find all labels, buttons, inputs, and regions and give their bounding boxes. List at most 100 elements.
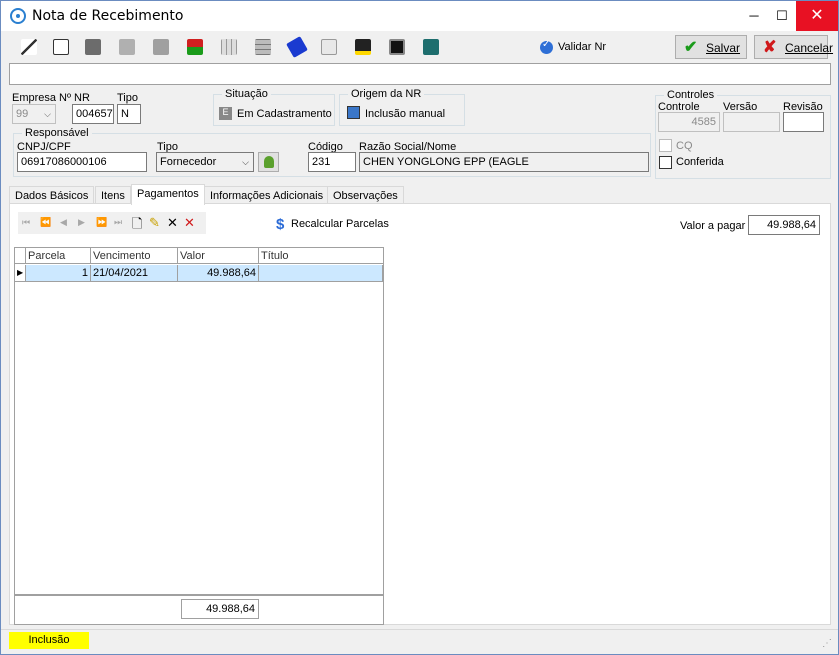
cancel-label: Cancelar xyxy=(785,41,834,55)
export-icon[interactable] xyxy=(423,39,439,55)
person-lookup-button[interactable] xyxy=(258,152,279,172)
pencil-icon xyxy=(347,106,360,119)
copy-icon[interactable] xyxy=(119,39,135,55)
image-icon[interactable] xyxy=(389,39,405,55)
status-mode-badge: Inclusão xyxy=(9,632,89,649)
save-button[interactable]: ✔ Salvar xyxy=(675,35,747,59)
document-tools-icon[interactable] xyxy=(153,39,169,55)
main-window: Nota de Recebimento ─ ☐ ✕ Validar Nr ✔ S… xyxy=(0,0,839,655)
pagamentos-panel: ⏮ ⏪ ◀ ▶ ⏩ ⏭ 🗋 ✎ ✕ ✕ $ Recalcular Parcela… xyxy=(9,203,831,625)
grid-icon[interactable] xyxy=(221,39,237,55)
cell-valor[interactable]: 49.988,64 xyxy=(178,265,259,282)
responsavel-title: Responsável xyxy=(22,127,92,139)
delete-record-icon[interactable]: ✕ xyxy=(167,215,178,231)
maximize-button[interactable]: ☐ xyxy=(767,1,797,31)
wand-icon[interactable] xyxy=(21,39,37,55)
validar-icon[interactable] xyxy=(540,39,553,54)
nr-label: Nº NR xyxy=(59,92,90,104)
filter-icon[interactable] xyxy=(355,39,371,55)
tab-informacoes-adicionais[interactable]: Informações Adicionais xyxy=(204,186,330,204)
column-header-parcela[interactable]: Parcela xyxy=(26,248,91,264)
tab-pagamentos[interactable]: Pagamentos xyxy=(131,184,205,205)
cq-checkbox[interactable] xyxy=(659,139,672,152)
status-bar: Inclusão ⋰ xyxy=(1,629,838,654)
situacao-value: Em Cadastramento xyxy=(237,108,332,120)
message-bar xyxy=(9,63,831,85)
new-record-icon[interactable]: 🗋 xyxy=(132,215,142,237)
parcelas-grid[interactable]: Parcela Vencimento Valor Título ▶ 1 21/0… xyxy=(14,247,384,595)
grid-alt-icon[interactable] xyxy=(255,39,271,55)
tab-dados-basicos[interactable]: Dados Básicos xyxy=(9,186,95,204)
empresa-select[interactable]: 99 ⌵ xyxy=(12,104,56,124)
conferida-checkbox[interactable] xyxy=(659,156,672,169)
situacao-title: Situação xyxy=(222,88,271,100)
tipo-label: Tipo xyxy=(117,92,138,104)
situacao-group: Situação E Em Cadastramento xyxy=(213,88,335,126)
chevron-down-icon: ⌵ xyxy=(242,157,249,167)
valor-a-pagar-label: Valor a pagar xyxy=(680,220,746,232)
column-header-valor[interactable]: Valor xyxy=(178,248,259,264)
next-page-icon[interactable]: ⏩ xyxy=(96,217,107,228)
table-row[interactable]: ▶ 1 21/04/2021 49.988,64 xyxy=(15,265,383,282)
column-header-vencimento[interactable]: Vencimento xyxy=(91,248,178,264)
next-icon[interactable]: ▶ xyxy=(78,217,85,228)
empresa-label: Empresa xyxy=(12,92,57,104)
prior-page-icon[interactable]: ⏪ xyxy=(40,217,51,228)
total-valor-field: 49.988,64 xyxy=(181,599,259,619)
row-indicator-icon: ▶ xyxy=(15,265,26,282)
conferida-label: Conferida xyxy=(676,156,724,168)
navigator-bar: ⏮ ⏪ ◀ ▶ ⏩ ⏭ 🗋 ✎ ✕ ✕ xyxy=(18,212,206,234)
codigo-field[interactable]: 231 xyxy=(308,152,356,172)
column-header-titulo[interactable]: Título xyxy=(259,248,383,264)
tab-observacoes[interactable]: Observações xyxy=(327,186,404,204)
resp-tipo-value: Fornecedor xyxy=(160,156,217,168)
origem-value: Inclusão manual xyxy=(365,108,446,120)
status-icon: E xyxy=(219,107,232,120)
tab-itens[interactable]: Itens xyxy=(95,186,131,204)
grid-header: Parcela Vencimento Valor Título xyxy=(15,248,383,264)
truck-icon[interactable] xyxy=(187,39,203,55)
valor-a-pagar-field[interactable]: 49.988,64 xyxy=(748,215,820,235)
razao-field[interactable]: CHEN YONGLONG EPP (EAGLE xyxy=(359,152,649,172)
cell-parcela[interactable]: 1 xyxy=(26,265,91,282)
print-preview-icon[interactable] xyxy=(53,39,69,55)
printer-icon[interactable] xyxy=(85,39,101,55)
resize-grip-icon[interactable]: ⋰ xyxy=(822,638,832,649)
check-icon: ✔ xyxy=(684,39,698,56)
nr-field[interactable]: 004657 xyxy=(72,104,114,124)
prior-icon[interactable]: ◀ xyxy=(60,217,67,228)
origem-group: Origem da NR Inclusão manual xyxy=(339,88,465,126)
minimize-button[interactable]: ─ xyxy=(739,1,769,31)
title-bar: Nota de Recebimento ─ ☐ ✕ xyxy=(1,1,838,31)
tab-bar: Dados Básicos Itens Pagamentos Informaçõ… xyxy=(9,184,831,205)
last-icon[interactable]: ⏭ xyxy=(114,217,122,228)
cell-titulo[interactable] xyxy=(259,265,383,282)
close-button[interactable]: ✕ xyxy=(796,1,838,31)
cell-vencimento[interactable]: 21/04/2021 xyxy=(91,265,178,282)
x-icon: ✘ xyxy=(763,39,777,56)
cnpj-field[interactable]: 06917086000106 xyxy=(17,152,147,172)
person-icon xyxy=(264,156,274,168)
app-icon xyxy=(10,8,26,24)
resp-tipo-select[interactable]: Fornecedor ⌵ xyxy=(156,152,254,172)
first-icon[interactable]: ⏮ xyxy=(22,217,30,228)
tag-icon[interactable] xyxy=(286,36,308,58)
origem-title: Origem da NR xyxy=(348,88,425,100)
save-label: Salvar xyxy=(706,41,741,55)
controles-title: Controles xyxy=(664,89,718,101)
tipo-field[interactable]: N xyxy=(117,104,141,124)
recalcular-parcelas-button[interactable]: Recalcular Parcelas xyxy=(291,218,389,230)
cancel-button[interactable]: ✘ Cancelar xyxy=(754,35,833,59)
validar-nr-button[interactable]: Validar Nr xyxy=(558,41,606,53)
cancel-record-icon[interactable]: ✕ xyxy=(184,215,195,231)
cq-label: CQ xyxy=(676,140,693,152)
revisao-field[interactable] xyxy=(783,112,824,132)
edit-record-icon[interactable]: ✎ xyxy=(149,215,160,231)
auto-icon[interactable] xyxy=(321,39,337,55)
controle-field[interactable]: 4585 xyxy=(658,112,720,132)
versao-field[interactable] xyxy=(723,112,780,132)
empresa-value: 99 xyxy=(16,108,29,120)
dollar-icon[interactable]: $ xyxy=(276,216,288,233)
window-title: Nota de Recebimento xyxy=(32,8,184,24)
chevron-down-icon: ⌵ xyxy=(44,109,51,119)
